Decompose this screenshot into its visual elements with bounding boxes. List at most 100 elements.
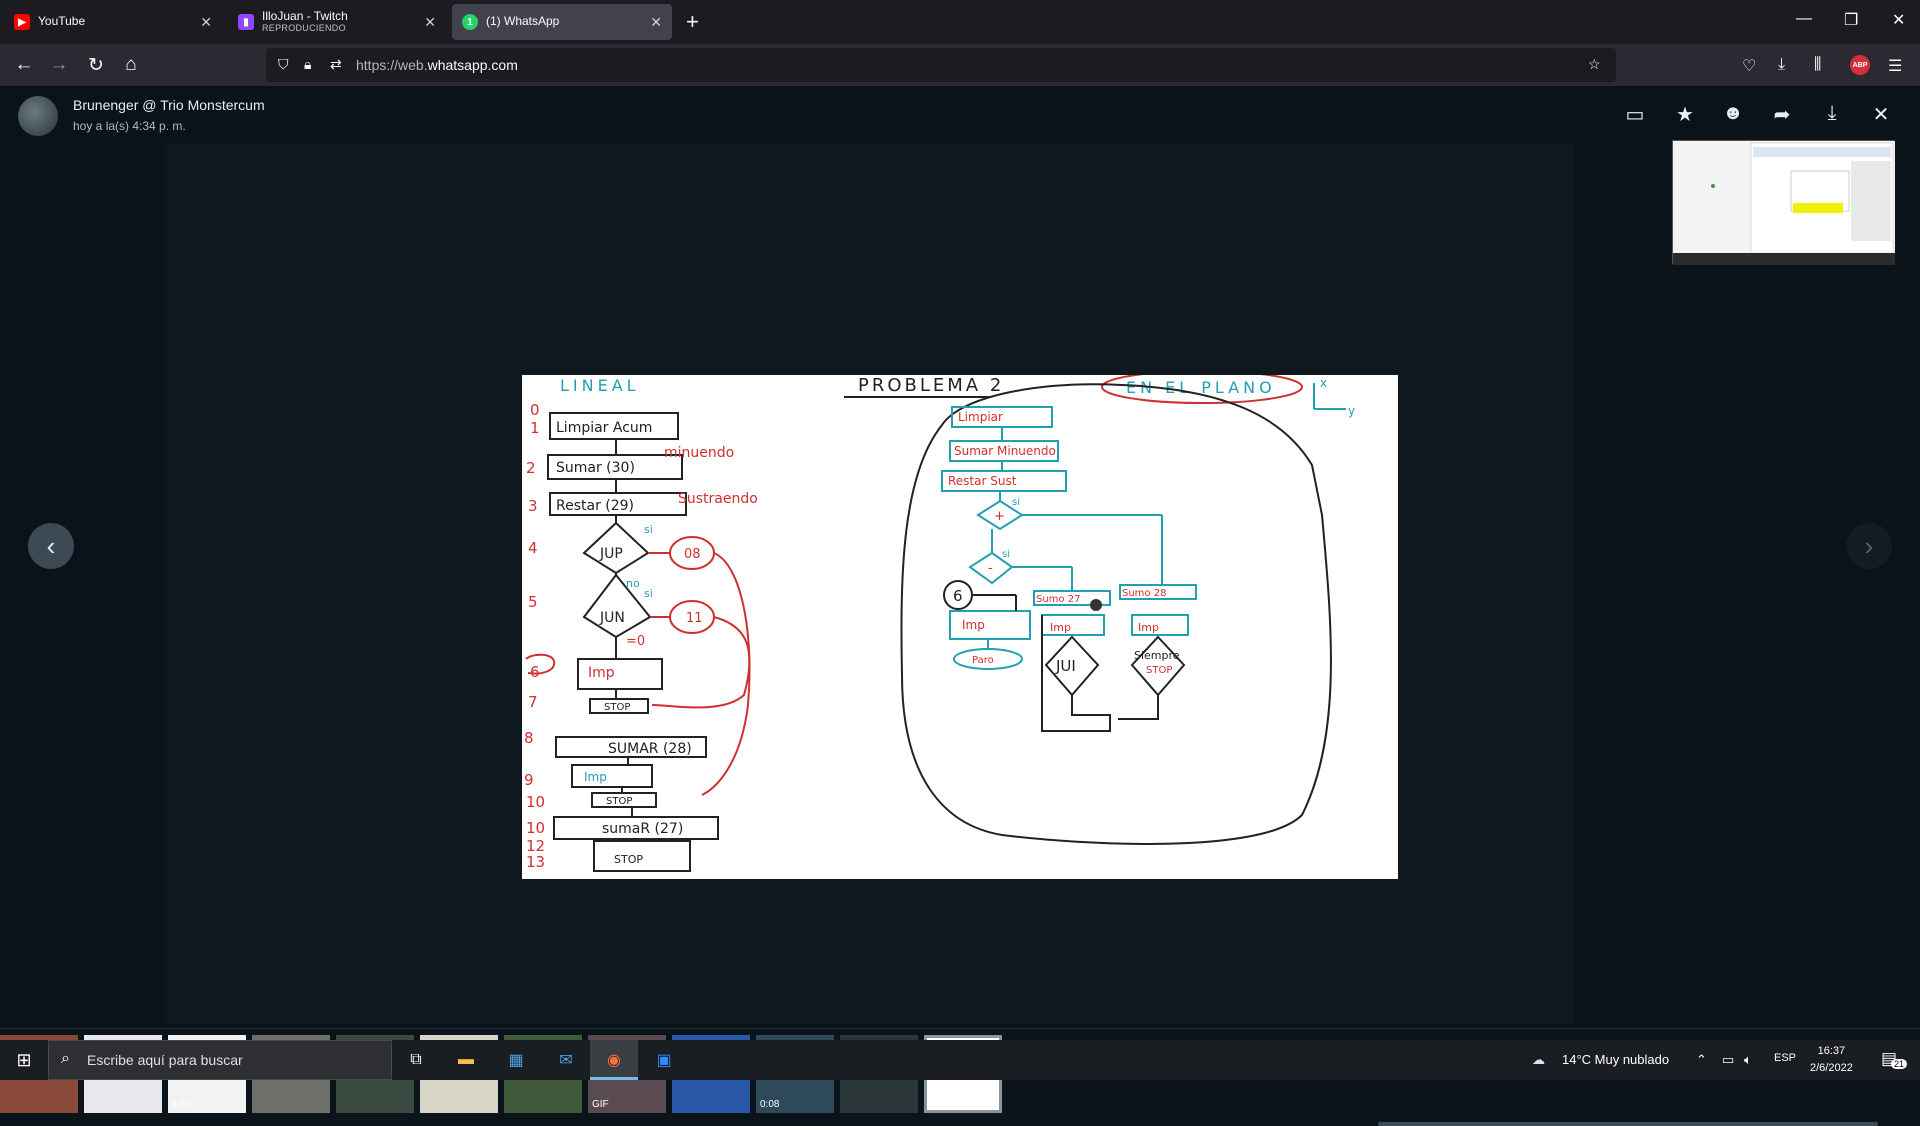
windows-start-icon[interactable]: ⊞ [12, 1048, 36, 1072]
previous-media-button[interactable]: ‹ [28, 523, 74, 569]
box-limpiar: Limpiar [958, 410, 1003, 424]
pocket-icon[interactable]: ♡ [1742, 56, 1756, 76]
message-icon[interactable]: ▭ [1622, 102, 1648, 127]
network-icon[interactable]: ▭ [1722, 1052, 1734, 1068]
shield-icon[interactable]: ⛉ [278, 56, 289, 73]
close-icon[interactable]: ✕ [1868, 102, 1894, 127]
clock[interactable]: 16:37 2/6/2022 [1810, 1043, 1853, 1077]
forward-icon[interactable]: ➦ [1769, 102, 1795, 127]
youtube-icon: ▶ [14, 14, 30, 30]
tab-title: IlloJuan - Twitch [262, 10, 348, 24]
diamond-jui: JUI [1055, 657, 1076, 675]
weather-text[interactable]: 14°C Muy nublado [1562, 1052, 1669, 1067]
lock-icon[interactable]: 🔒︎ [304, 56, 311, 73]
note-minuendo: minuendo [664, 445, 734, 461]
minimize-icon[interactable]: — [1796, 10, 1812, 28]
reload-icon[interactable]: ↻ [84, 54, 108, 77]
address-bar[interactable]: ⛉ 🔒︎ ⇄ https://web.whatsapp.com ☆ [266, 48, 1616, 82]
video-duration: 0:08 [760, 1099, 780, 1110]
file-explorer-icon[interactable]: ▬ [454, 1048, 478, 1072]
star-icon[interactable]: ★ [1672, 102, 1698, 127]
row-number: 0 [530, 401, 540, 419]
label-si-1: si [644, 523, 653, 536]
thumbnail-scrollbar[interactable] [1378, 1122, 1878, 1126]
note-sustraendo: Sustraendo [678, 491, 758, 507]
library-icon[interactable]: ⫼ [1814, 56, 1821, 74]
title-lineal: LINEAL [560, 376, 640, 395]
webcam-preview [1672, 140, 1895, 265]
row-number: 8 [524, 729, 534, 747]
weather-icon[interactable]: ☁ [1532, 1052, 1545, 1068]
close-tab-icon[interactable]: ✕ [424, 14, 436, 31]
row-number: 3 [528, 497, 538, 515]
mail-icon[interactable]: ✉ [554, 1048, 578, 1072]
close-tab-icon[interactable]: ✕ [200, 14, 212, 31]
emoji-icon[interactable]: ☻ [1720, 102, 1746, 125]
twitch-icon: ▮ [238, 14, 254, 30]
notification-center-icon[interactable]: ▤ 21 [1881, 1049, 1908, 1069]
back-icon[interactable]: ← [12, 54, 36, 76]
label-stop-right: STOP [1146, 665, 1172, 676]
home-icon[interactable]: ⌂ [119, 54, 143, 76]
menu-icon[interactable]: ☰ [1888, 56, 1902, 76]
message-timestamp: hoy a la(s) 4:34 p. m. [73, 119, 186, 133]
firefox-icon[interactable]: ◉ [602, 1048, 626, 1072]
tab-twitch[interactable]: ▮ IlloJuan - Twitch REPRODUCIENDO ✕ [228, 4, 446, 40]
zoom-icon[interactable]: ▣ [652, 1048, 676, 1072]
download-icon[interactable]: ⤓ [1819, 102, 1845, 125]
box-sumar-27: sumaR (27) [602, 821, 683, 837]
language-indicator[interactable]: ESP [1774, 1052, 1796, 1064]
forward-icon[interactable]: → [47, 54, 71, 76]
new-tab-button[interactable]: + [686, 9, 699, 35]
preview-screen [1673, 141, 1895, 265]
tab-whatsapp[interactable]: 1 (1) WhatsApp ✕ [452, 4, 672, 40]
box-sumo-27: Sumo 27 [1036, 594, 1080, 605]
box-sumar-28: SUMAR (28) [608, 741, 692, 757]
clock-date: 2/6/2022 [1810, 1062, 1853, 1074]
permissions-icon[interactable]: ⇄ [330, 56, 342, 73]
row-number: 1 [530, 419, 540, 437]
diamond-jun: JUN [599, 610, 625, 626]
media-viewer: Brunenger @ Trio Monstercum hoy a la(s) … [0, 86, 1920, 1126]
sender-avatar[interactable] [18, 96, 58, 136]
tab-title: YouTube [38, 15, 86, 29]
row-number: 7 [528, 693, 538, 711]
box-stop-final: STOP [614, 853, 643, 866]
task-view-icon[interactable]: ⧉ [404, 1048, 428, 1072]
diamond-plus: + [994, 509, 1005, 524]
tab-youtube[interactable]: ▶ YouTube ✕ [4, 4, 222, 40]
volume-icon[interactable]: 🔈︎ [1744, 1052, 1752, 1068]
gif-badge: GIF [592, 1099, 609, 1110]
box-restar-29: Restar (29) [556, 498, 634, 514]
tab-title: (1) WhatsApp [486, 15, 560, 29]
box-imp-27: Imp [1050, 621, 1071, 634]
label-siempre: Siempre [1134, 649, 1180, 662]
row-number: 9 [524, 771, 534, 789]
tray-chevron-icon[interactable]: ⌃ [1696, 1052, 1707, 1068]
taskbar-search-box[interactable]: ⌕ Escribe aquí para buscar [48, 1040, 392, 1080]
row-number: 2 [526, 459, 536, 477]
download-icon[interactable]: ⤓ [1778, 56, 1785, 74]
next-media-button[interactable]: › [1846, 523, 1892, 569]
row-number: 13 [526, 853, 545, 871]
windows-taskbar: ⊞ ⌕ Escribe aquí para buscar ⧉ ▬ ▦ ✉ ◉ ▣… [0, 1040, 1920, 1080]
box-imp-2: Imp [584, 770, 607, 784]
box-imp-right: Imp [962, 618, 985, 632]
row-number: 6 [530, 663, 540, 681]
video-duration: 1:01 [172, 1099, 192, 1110]
window-close-icon[interactable]: ✕ [1892, 10, 1905, 30]
box-sumo-28: Sumo 28 [1122, 588, 1166, 599]
bookmark-star-icon[interactable]: ☆ [1588, 56, 1601, 73]
adblock-icon[interactable]: ABP [1850, 55, 1870, 75]
media-image: LINEAL PROBLEMA 2 EN EL PLANO x y 0 1 2 … [522, 370, 1398, 879]
clock-time: 16:37 [1817, 1045, 1846, 1057]
close-tab-icon[interactable]: ✕ [650, 14, 662, 31]
label-08: 08 [684, 547, 701, 562]
url-text[interactable]: https://web.whatsapp.com [356, 57, 518, 73]
box-limpiar-acum: Limpiar Acum [556, 420, 652, 436]
box-imp-28: Imp [1138, 621, 1159, 634]
store-icon[interactable]: ▦ [504, 1048, 528, 1072]
label-eq0: =0 [626, 634, 645, 649]
box-sumar-minuendo: Sumar Minuendo [954, 444, 1056, 458]
restore-icon[interactable]: ❐ [1844, 10, 1858, 30]
